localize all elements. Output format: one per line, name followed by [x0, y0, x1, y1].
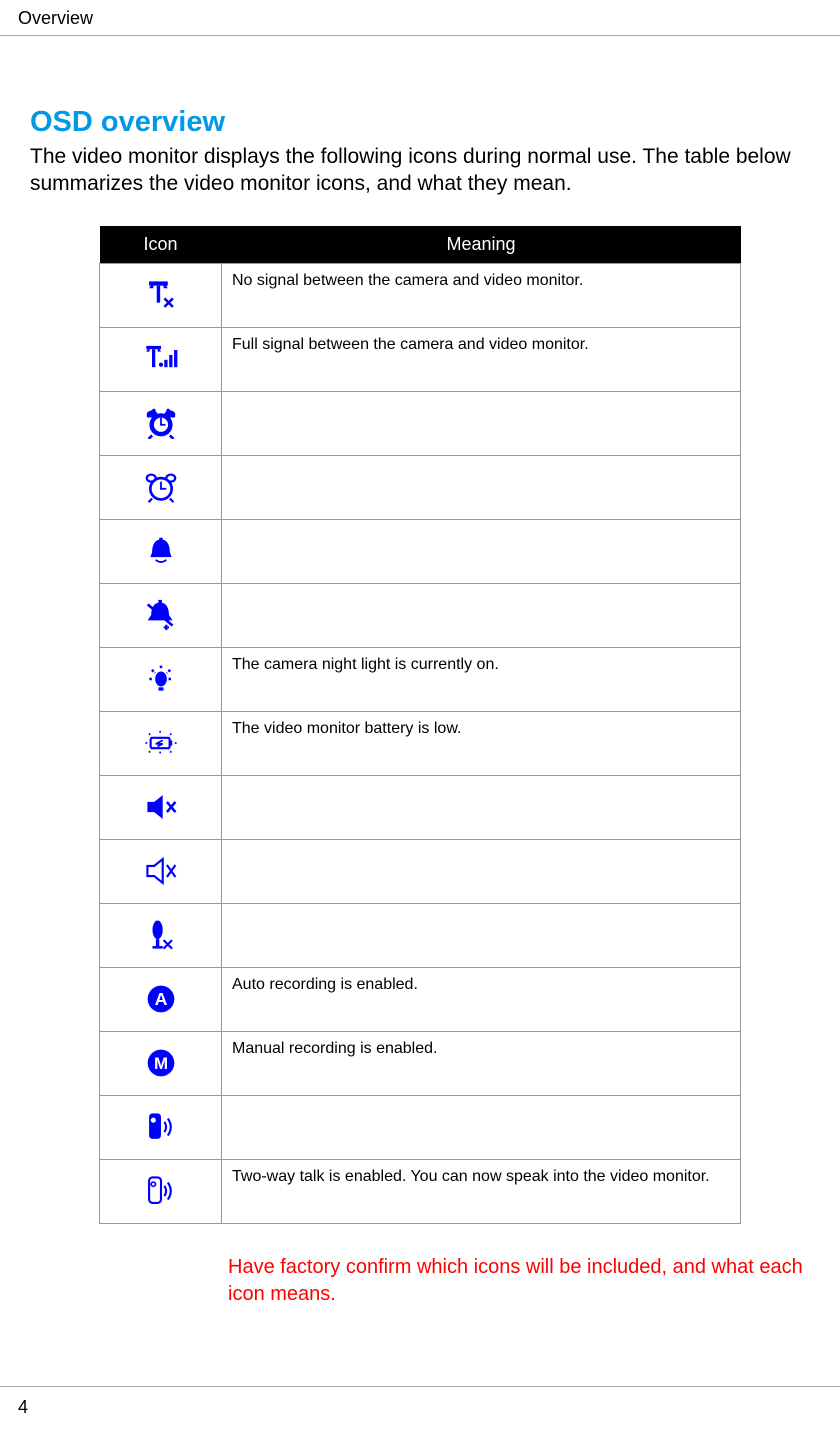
section-title: OSD overview	[30, 106, 810, 139]
table-row	[100, 775, 741, 839]
auto-record-icon: A	[145, 983, 177, 1015]
icon-cell	[100, 263, 222, 327]
manual-record-icon: M	[145, 1047, 177, 1079]
meaning-cell	[222, 903, 741, 967]
alarm-solid-icon	[143, 407, 179, 439]
meaning-cell	[222, 839, 741, 903]
table-row	[100, 455, 741, 519]
icon-cell	[100, 647, 222, 711]
meaning-cell: No signal between the camera and video m…	[222, 263, 741, 327]
meaning-cell: Two-way talk is enabled. You can now spe…	[222, 1159, 741, 1223]
meaning-cell	[222, 519, 741, 583]
meaning-cell: The video monitor battery is low.	[222, 711, 741, 775]
table-row: The camera night light is currently on.	[100, 647, 741, 711]
meaning-cell	[222, 391, 741, 455]
table-row: A Auto recording is enabled.	[100, 967, 741, 1031]
meaning-cell: Manual recording is enabled.	[222, 1031, 741, 1095]
svg-text:A: A	[154, 989, 167, 1009]
header-section-text: Overview	[18, 8, 93, 28]
page-number: 4	[18, 1397, 28, 1417]
meaning-cell	[222, 775, 741, 839]
table-row	[100, 391, 741, 455]
alarm-outline-icon	[143, 471, 179, 503]
table-row	[100, 519, 741, 583]
page-footer: 4	[0, 1386, 840, 1418]
icon-cell: A	[100, 967, 222, 1031]
osd-icon-table: Icon Meaning No signal between the camer…	[99, 226, 741, 1224]
speaker-mute-solid-icon	[144, 793, 178, 821]
no-signal-icon	[144, 278, 178, 312]
table-row: Full signal between the camera and video…	[100, 327, 741, 391]
icon-cell	[100, 391, 222, 455]
icon-cell	[100, 519, 222, 583]
mic-mute-icon	[147, 918, 175, 952]
col-header-icon: Icon	[100, 226, 222, 264]
col-header-meaning: Meaning	[222, 226, 741, 264]
table-row: No signal between the camera and video m…	[100, 263, 741, 327]
icon-cell	[100, 839, 222, 903]
icon-cell	[100, 711, 222, 775]
icon-cell	[100, 1159, 222, 1223]
talk-solid-icon	[144, 1110, 178, 1144]
icon-cell	[100, 903, 222, 967]
table-row: M Manual recording is enabled.	[100, 1031, 741, 1095]
speaker-mute-outline-icon	[144, 857, 178, 885]
bell-plus-icon	[144, 599, 178, 631]
icon-cell	[100, 583, 222, 647]
night-light-icon	[144, 664, 178, 694]
svg-text:M: M	[153, 1054, 167, 1073]
full-signal-icon	[143, 342, 179, 376]
table-row	[100, 583, 741, 647]
icon-cell	[100, 775, 222, 839]
meaning-cell	[222, 583, 741, 647]
table-row: Two-way talk is enabled. You can now spe…	[100, 1159, 741, 1223]
page-header: Overview	[0, 0, 840, 36]
page-content: OSD overview The video monitor displays …	[0, 36, 840, 1308]
meaning-cell: Auto recording is enabled.	[222, 967, 741, 1031]
talk-outline-icon	[144, 1174, 178, 1208]
meaning-cell	[222, 455, 741, 519]
icon-cell	[100, 455, 222, 519]
table-row	[100, 839, 741, 903]
meaning-cell: Full signal between the camera and video…	[222, 327, 741, 391]
meaning-cell: The camera night light is currently on.	[222, 647, 741, 711]
meaning-cell	[222, 1095, 741, 1159]
battery-low-icon	[142, 729, 180, 757]
icon-cell	[100, 1095, 222, 1159]
table-row: The video monitor battery is low.	[100, 711, 741, 775]
review-note: Have factory confirm which icons will be…	[228, 1254, 810, 1308]
icon-cell: M	[100, 1031, 222, 1095]
bell-icon	[145, 536, 177, 566]
table-row	[100, 1095, 741, 1159]
table-row	[100, 903, 741, 967]
intro-text: The video monitor displays the following…	[30, 143, 810, 198]
icon-cell	[100, 327, 222, 391]
